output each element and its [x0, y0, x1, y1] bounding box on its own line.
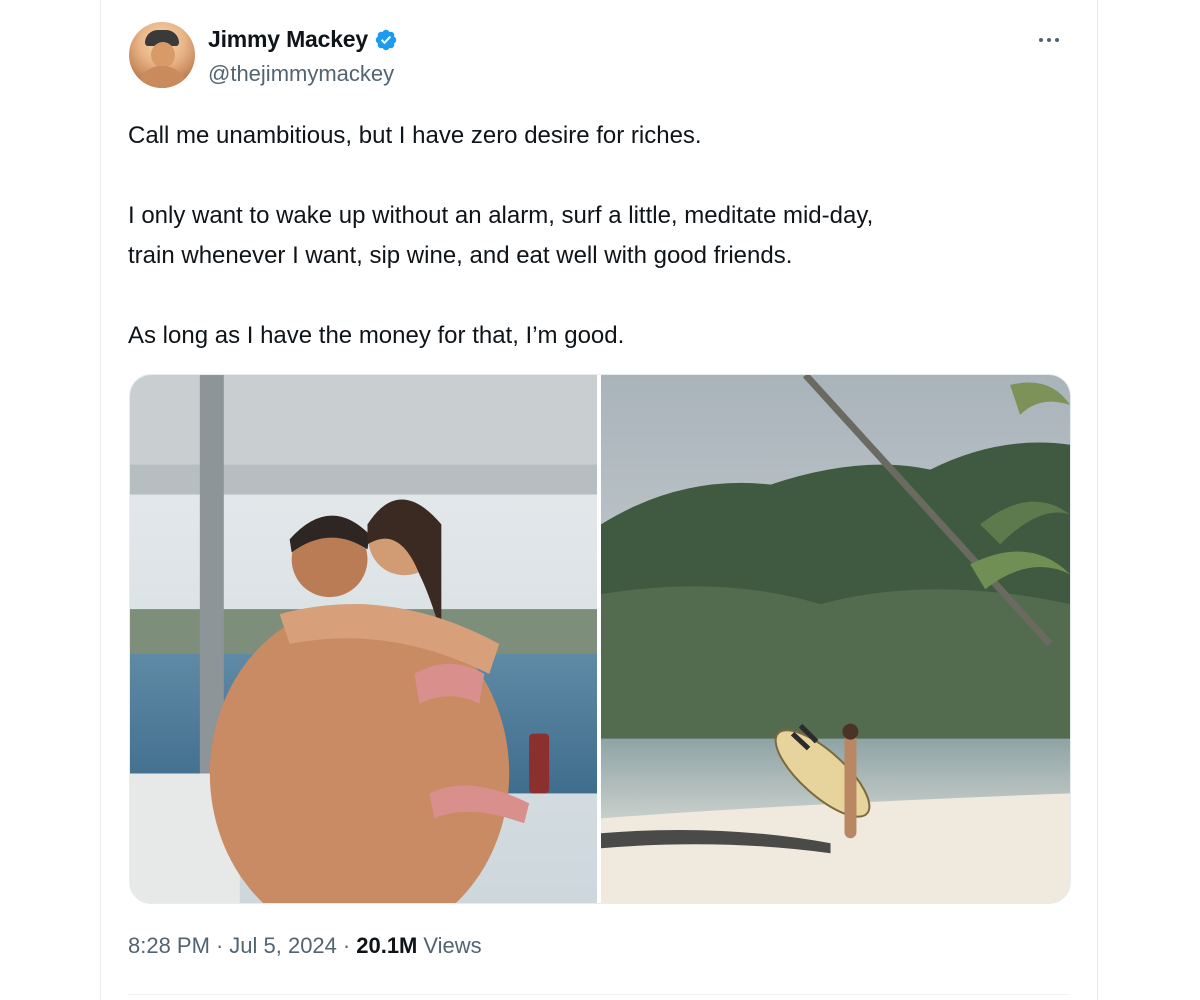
meta-separator: ·: [215, 933, 224, 958]
photo-couple-on-boat[interactable]: [130, 375, 597, 903]
tweet-media: [129, 374, 1071, 904]
author-name-row: Jimmy Mackey: [208, 26, 398, 53]
meta-separator: ·: [342, 933, 351, 958]
tweet-date[interactable]: Jul 5, 2024: [229, 933, 337, 959]
avatar-face: [151, 42, 175, 68]
beach-photo-illustration: [601, 375, 1070, 903]
author-avatar[interactable]: [129, 22, 195, 88]
views-label: Views: [423, 933, 482, 958]
divider: [128, 994, 1070, 995]
photo-surfer-on-beach[interactable]: [601, 375, 1070, 903]
more-options-icon[interactable]: [1031, 30, 1067, 50]
tweet-text: Call me unambitious, but I have zero des…: [128, 116, 1068, 356]
tweet-card: Jimmy Mackey @thejimmymackey Call me una…: [100, 0, 1098, 1000]
tweet-paragraph: As long as I have the money for that, I’…: [128, 322, 625, 349]
dot: [1055, 38, 1059, 42]
author-handle[interactable]: @thejimmymackey: [208, 61, 394, 87]
tweet-paragraph: Call me unambitious, but I have zero des…: [128, 122, 702, 149]
tweet-paragraph: I only want to wake up without an alarm,…: [128, 202, 874, 229]
author-display-name[interactable]: Jimmy Mackey: [208, 26, 368, 53]
tweet-meta: 8:28 PM · Jul 5, 2024 · 20.1M Views: [128, 933, 482, 959]
boat-photo-illustration: [130, 375, 597, 903]
dot: [1039, 38, 1043, 42]
tweet-paragraph: train whenever I want, sip wine, and eat…: [128, 242, 793, 269]
dot: [1047, 38, 1051, 42]
avatar-body: [137, 66, 187, 88]
views-count[interactable]: 20.1M: [356, 933, 417, 959]
verified-badge-icon[interactable]: [374, 28, 398, 52]
tweet-time[interactable]: 8:28 PM: [128, 933, 210, 959]
